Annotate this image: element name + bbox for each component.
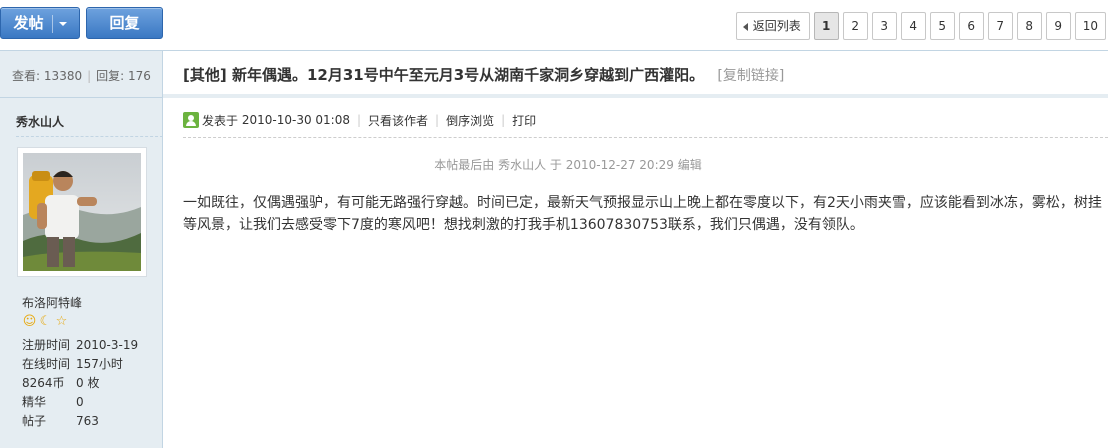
page-link-4[interactable]: 4 bbox=[900, 12, 926, 40]
divider: | bbox=[435, 113, 440, 127]
page-link-9[interactable]: 9 bbox=[1045, 12, 1071, 40]
info-row: 注册时间 2010-3-19 bbox=[22, 336, 138, 355]
avatar-photo bbox=[23, 153, 141, 271]
page-link-6[interactable]: 6 bbox=[958, 12, 984, 40]
smile-icon: ☺ bbox=[22, 314, 37, 329]
posted-label: 发表于 bbox=[202, 113, 239, 128]
replies-count: 176 bbox=[128, 69, 151, 83]
info-key: 精华 bbox=[22, 395, 47, 409]
pagination: 返回列表 1 2 3 4 5 6 7 8 9 10 bbox=[735, 12, 1106, 40]
print-link[interactable]: 打印 bbox=[512, 112, 536, 129]
page-link-8[interactable]: 8 bbox=[1016, 12, 1042, 40]
edited-note: 本帖最后由 秀水山人 于 2010-12-27 20:29 编辑 bbox=[434, 158, 702, 172]
views-label: 查看: bbox=[12, 69, 41, 83]
info-value: 0 bbox=[76, 395, 84, 409]
info-value: 0 枚 bbox=[76, 376, 100, 390]
post-meta: 发表于 2010-10-30 01:08 | 只看该作者 | 倒序浏览 | 打印 bbox=[183, 110, 536, 130]
page-link-7[interactable]: 7 bbox=[987, 12, 1013, 40]
thread-title-text: 新年偶遇。12月31号中午至元月3号从湖南千家洞乡穿越到广西灌阳。 bbox=[231, 66, 705, 84]
info-key: 在线时间 bbox=[22, 357, 71, 371]
only-author-link[interactable]: 只看该作者 bbox=[368, 112, 428, 129]
medal-list: ☺ ☾ ☆ bbox=[22, 314, 69, 329]
thread-title: [其他] 新年偶遇。12月31号中午至元月3号从湖南千家洞乡穿越到广西灌阳。 [… bbox=[183, 64, 784, 85]
divider: | bbox=[501, 113, 506, 127]
info-row: 帖子 763 bbox=[22, 412, 138, 431]
reply-button-label: 回复 bbox=[109, 14, 140, 32]
post-button[interactable]: 发帖 bbox=[0, 7, 80, 39]
info-key: 8264币 bbox=[22, 376, 65, 390]
reverse-browse-link[interactable]: 倒序浏览 bbox=[446, 112, 494, 129]
post-content: 一如既往，仅偶遇强驴，有可能无路强行穿越。时间已定，最新天气预报显示山上晚上都在… bbox=[183, 195, 1102, 233]
info-value: 157小时 bbox=[76, 357, 123, 371]
divider bbox=[183, 137, 1108, 138]
star-icon: ☆ bbox=[55, 314, 68, 329]
author-name[interactable]: 秀水山人 bbox=[16, 113, 64, 130]
moon-icon: ☾ bbox=[39, 314, 52, 329]
user-online-icon bbox=[183, 112, 199, 128]
arrow-left-icon bbox=[742, 22, 748, 31]
page-link-2[interactable]: 2 bbox=[842, 12, 868, 40]
top-toolbar: 发帖 回复 返回列表 1 2 3 4 5 6 7 8 9 10 bbox=[0, 0, 1108, 50]
copy-link-button[interactable]: [复制链接] bbox=[717, 68, 784, 84]
thread-stats-box: 查看: 13380 | 回复: 176 bbox=[0, 50, 163, 98]
chevron-down-icon[interactable] bbox=[58, 21, 67, 26]
views-count: 13380 bbox=[43, 69, 83, 83]
thread-header: [其他] 新年偶遇。12月31号中午至元月3号从湖南千家洞乡穿越到广西灌阳。 [… bbox=[163, 50, 1108, 98]
replies-label: 回复: bbox=[96, 69, 125, 83]
thread-stats: 查看: 13380 | 回复: 176 bbox=[0, 67, 163, 84]
info-key: 帖子 bbox=[22, 414, 47, 428]
avatar[interactable] bbox=[17, 147, 147, 277]
user-group[interactable]: 布洛阿特峰 bbox=[22, 294, 82, 311]
info-row: 精华 0 bbox=[22, 393, 138, 412]
post-button-label: 发帖 bbox=[13, 14, 44, 32]
divider bbox=[16, 136, 163, 137]
page-link-5[interactable]: 5 bbox=[929, 12, 955, 40]
info-value: 2010-3-19 bbox=[76, 338, 139, 352]
thread-category[interactable]: [其他] bbox=[183, 66, 227, 84]
divider: | bbox=[87, 69, 92, 83]
page-link-10[interactable]: 10 bbox=[1074, 12, 1106, 40]
page-link-3[interactable]: 3 bbox=[871, 12, 897, 40]
posted-time: 2010-10-30 01:08 bbox=[241, 113, 350, 127]
back-to-list-label: 返回列表 bbox=[752, 19, 801, 33]
divider: | bbox=[356, 113, 362, 127]
back-to-list-button[interactable]: 返回列表 bbox=[735, 12, 810, 40]
author-info: 注册时间 2010-3-19 在线时间 157小时 8264币 0 枚 精华 0… bbox=[22, 336, 138, 431]
page-link-1[interactable]: 1 bbox=[813, 12, 839, 40]
info-row: 在线时间 157小时 bbox=[22, 355, 138, 374]
post-button-separator bbox=[51, 14, 53, 33]
reply-button[interactable]: 回复 bbox=[86, 7, 163, 39]
info-key: 注册时间 bbox=[22, 338, 71, 352]
info-value: 763 bbox=[76, 414, 99, 428]
info-row: 8264币 0 枚 bbox=[22, 374, 138, 393]
